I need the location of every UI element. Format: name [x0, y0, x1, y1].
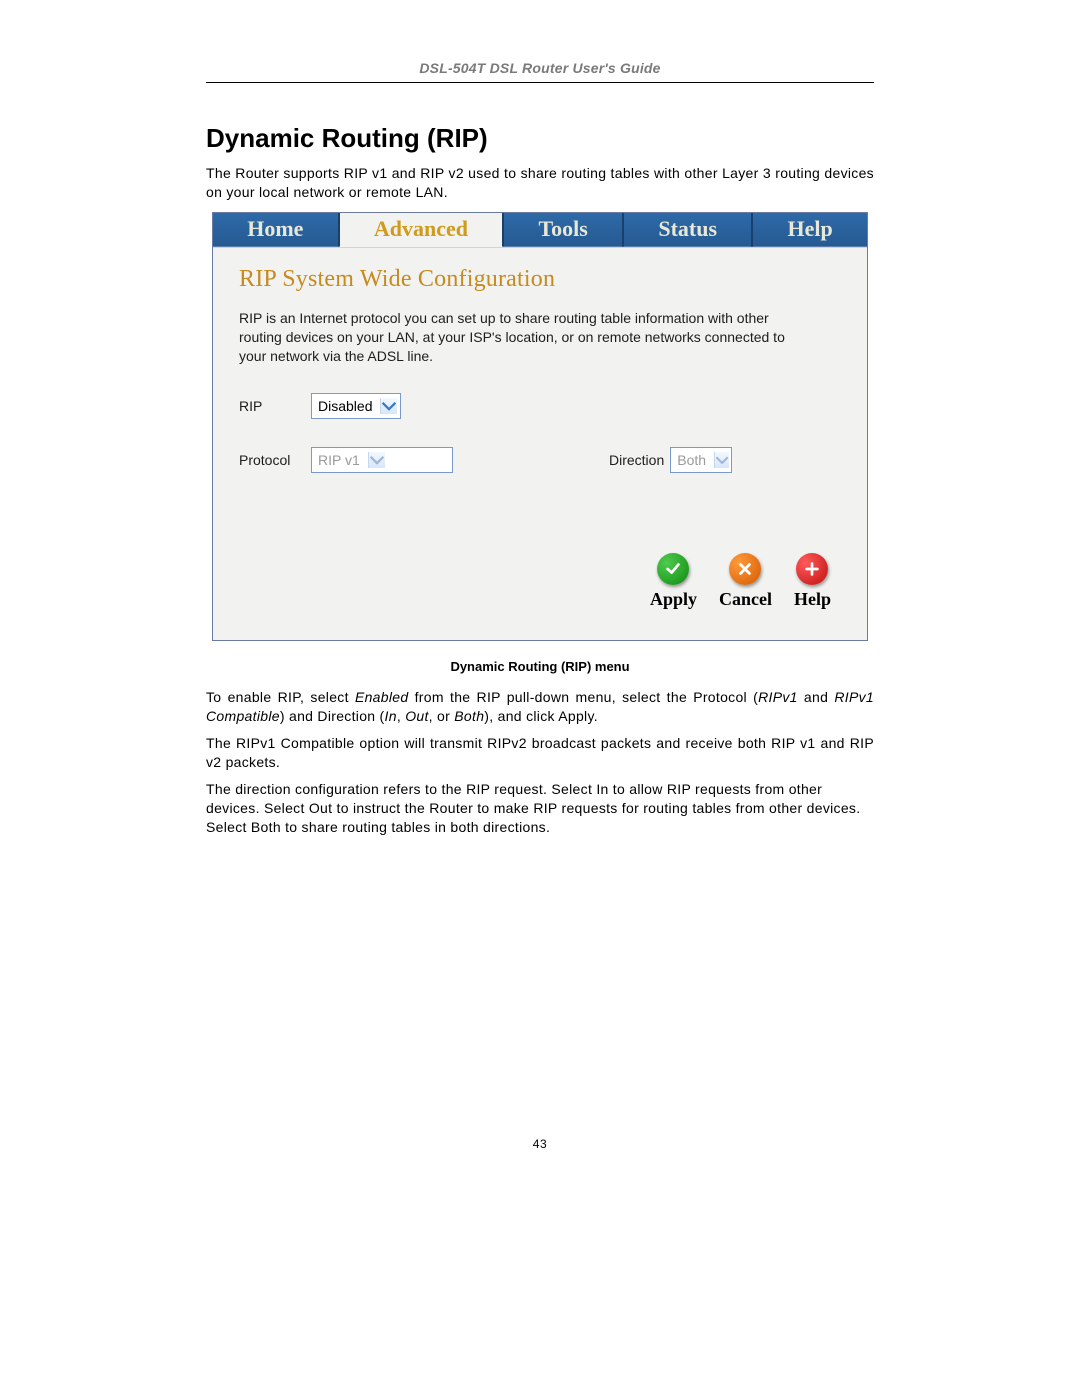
text-italic: Enabled: [355, 689, 408, 705]
text: , or: [429, 708, 455, 724]
apply-button[interactable]: Apply: [650, 553, 697, 610]
text-italic: Both: [454, 708, 484, 724]
protocol-label: Protocol: [239, 452, 295, 468]
direction-select[interactable]: Both: [670, 447, 732, 473]
tab-help[interactable]: Help: [752, 213, 867, 247]
tab-bar: Home Advanced Tools Status Help: [213, 213, 867, 247]
text: ) and Direction (: [280, 708, 385, 724]
rip-select[interactable]: Disabled: [311, 393, 401, 419]
direction-label: Direction: [609, 452, 664, 468]
x-icon: [729, 553, 761, 585]
cancel-label: Cancel: [719, 589, 772, 610]
paragraph-ripv1-compat: The RIPv1 Compatible option will transmi…: [206, 734, 874, 772]
text-italic: In: [385, 708, 397, 724]
plus-icon: [796, 553, 828, 585]
direction-group: Direction Both: [609, 447, 732, 473]
document-header: DSL-504T DSL Router User's Guide: [206, 60, 874, 76]
header-divider: [206, 82, 874, 83]
tab-status[interactable]: Status: [623, 213, 752, 247]
direction-select-value: Both: [677, 452, 706, 468]
rip-label: RIP: [239, 398, 295, 414]
panel-description: RIP is an Internet protocol you can set …: [239, 309, 809, 366]
text: from the RIP pull-down menu, select the …: [408, 689, 758, 705]
rip-select-value: Disabled: [318, 398, 372, 414]
chevron-down-icon: [714, 452, 729, 468]
section-intro: The Router supports RIP v1 and RIP v2 us…: [206, 164, 874, 202]
text-italic: RIPv1: [758, 689, 798, 705]
protocol-row: Protocol RIP v1 Direction Both: [239, 447, 841, 473]
tab-advanced[interactable]: Advanced: [339, 213, 504, 247]
apply-label: Apply: [650, 589, 697, 610]
paragraph-direction: The direction configuration refers to th…: [206, 780, 874, 837]
protocol-select-value: RIP v1: [318, 452, 360, 468]
page-number: 43: [206, 1137, 874, 1151]
action-bar: Apply Cancel Help: [239, 553, 841, 610]
figure-caption: Dynamic Routing (RIP) menu: [206, 659, 874, 674]
help-button[interactable]: Help: [794, 553, 831, 610]
tab-home[interactable]: Home: [213, 213, 339, 247]
cancel-button[interactable]: Cancel: [719, 553, 772, 610]
section-title: Dynamic Routing (RIP): [206, 123, 874, 154]
text-italic: Out: [405, 708, 428, 724]
chevron-down-icon: [368, 452, 385, 468]
router-ui-figure: Home Advanced Tools Status Help RIP Syst…: [212, 212, 868, 642]
tab-tools[interactable]: Tools: [503, 213, 623, 247]
text: ,: [397, 708, 405, 724]
paragraph-enable-rip: To enable RIP, select Enabled from the R…: [206, 688, 874, 726]
config-panel: RIP System Wide Configuration RIP is an …: [213, 247, 867, 641]
chevron-down-icon: [380, 398, 397, 414]
check-icon: [657, 553, 689, 585]
text: and: [798, 689, 835, 705]
rip-row: RIP Disabled: [239, 393, 841, 419]
protocol-select[interactable]: RIP v1: [311, 447, 453, 473]
help-label: Help: [794, 589, 831, 610]
text: ), and click Apply.: [484, 708, 598, 724]
text: To enable RIP, select: [206, 689, 355, 705]
panel-title: RIP System Wide Configuration: [239, 266, 841, 293]
